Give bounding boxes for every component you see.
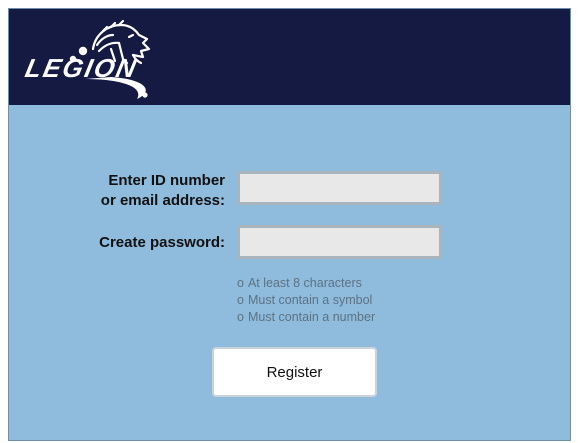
header-bar: LEGION — [9, 9, 570, 105]
password-rule: o At least 8 characters — [237, 276, 362, 290]
password-input[interactable] — [237, 225, 442, 259]
legion-logo: LEGION — [15, 15, 185, 103]
password-rules-list: o At least 8 characters o Must contain a s… — [237, 275, 477, 326]
password-rule: o Must contain a symbol — [237, 293, 373, 307]
register-button[interactable]: Register — [212, 347, 377, 397]
logo-wordmark: LEGION — [23, 53, 141, 83]
id-email-input[interactable] — [237, 171, 442, 205]
id-label-line2: or email address: — [100, 192, 225, 209]
password-rule: o Must contain a number — [237, 310, 376, 324]
password-label: Create password: — [99, 234, 225, 251]
app-frame: LEGION Enter ID number or email address:… — [8, 8, 571, 441]
id-label: Enter ID number or email address: — [49, 171, 225, 211]
lion-logo-icon: LEGION — [23, 19, 151, 99]
rule-bullet: o — [237, 276, 244, 290]
rule-bullet: o — [237, 310, 244, 324]
rule-bullet: o — [237, 293, 244, 307]
id-label-line1: Enter ID number — [108, 172, 225, 189]
